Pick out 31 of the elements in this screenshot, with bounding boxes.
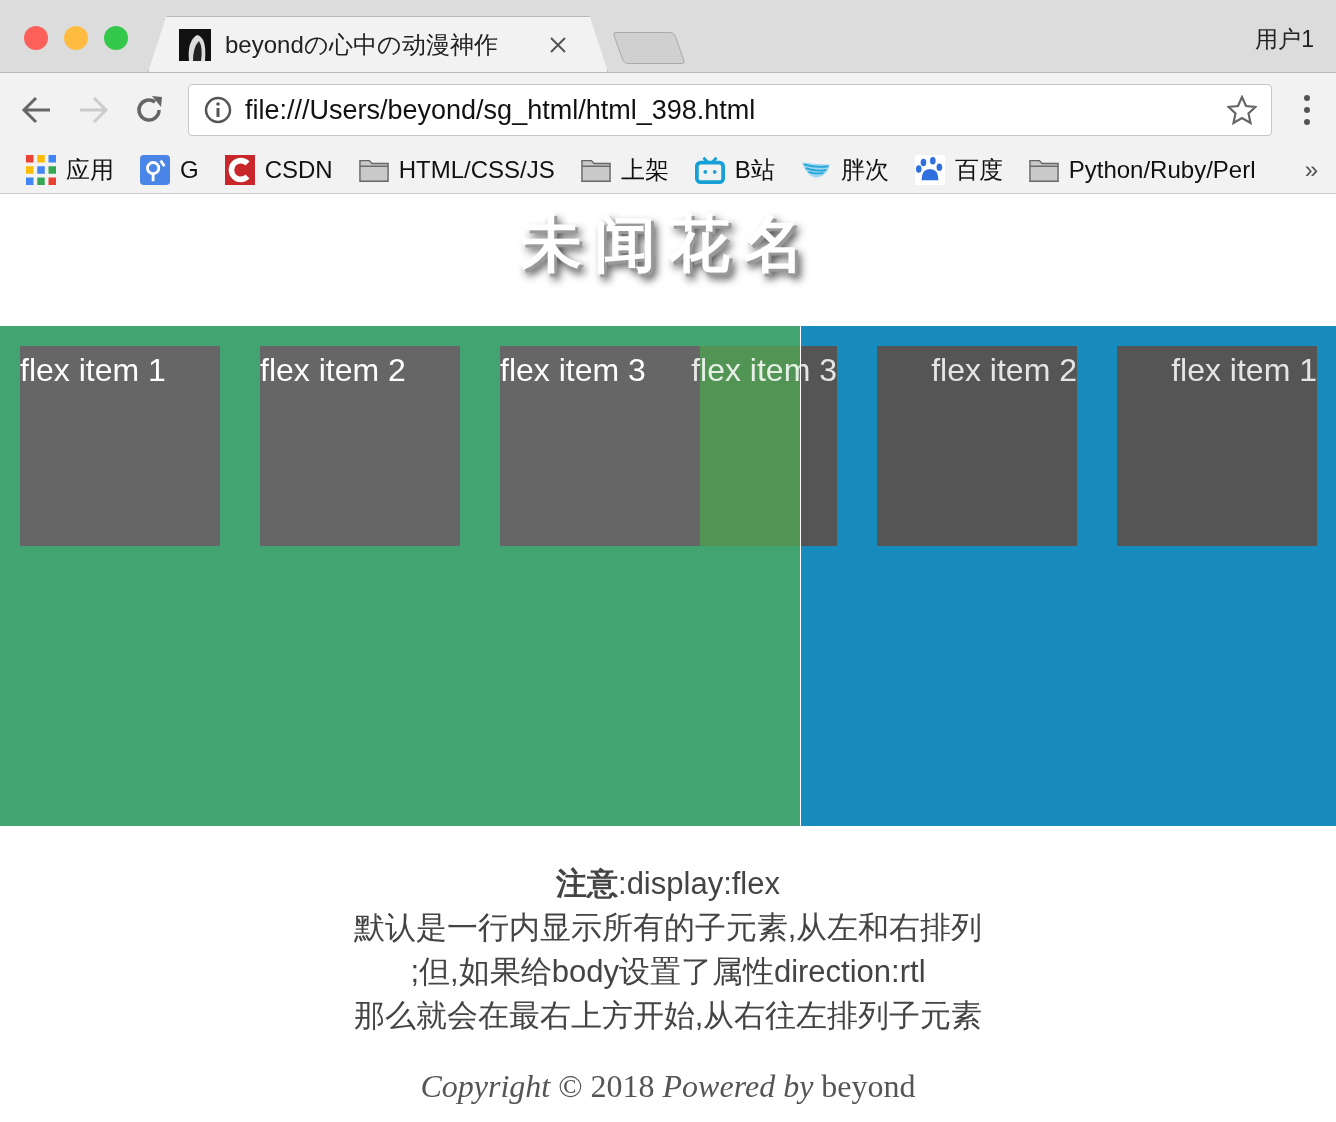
tv-icon <box>694 155 725 185</box>
csdn-logo-icon <box>224 155 255 185</box>
browser-tab[interactable]: beyondの心中の动漫神作 <box>148 16 608 72</box>
note-line: 注意:display:flex <box>556 865 780 903</box>
bookmark[interactable]: 上架 <box>580 154 669 186</box>
more-bookmarks-button[interactable]: » <box>1304 156 1318 184</box>
close-icon[interactable] <box>549 35 567 54</box>
paw-icon <box>914 155 945 185</box>
bookmark[interactable]: G <box>140 155 199 185</box>
note-line: 那么就会在最右上方开始,从右往左排列子元素 <box>353 997 983 1035</box>
item-label: flex item 2 <box>260 352 406 388</box>
star-icon[interactable] <box>1227 95 1257 125</box>
item-label: flex item 1 <box>1171 352 1317 388</box>
address-bar[interactable]: file:///Users/beyond/sg_html/html_398.html <box>188 84 1272 136</box>
bookmark[interactable]: 胖次 <box>800 154 889 186</box>
bookmark[interactable]: 百度 <box>914 154 1003 186</box>
apps-grid-icon <box>26 155 56 185</box>
bookmark[interactable]: 应用 <box>26 154 114 186</box>
bookmark[interactable]: CSDN <box>224 155 333 185</box>
copyright-footer: Copyright © 2018 Powered by beyond <box>420 1064 916 1108</box>
item-label: flex item 3 <box>500 352 646 388</box>
bookmark[interactable]: Python/Ruby/Perl <box>1028 155 1256 185</box>
bookmark[interactable]: HTML/CSS/JS <box>358 155 555 185</box>
item-label: flex item 1 <box>20 352 166 388</box>
info-icon[interactable] <box>203 95 233 125</box>
note-line: ;但,如果给body设置了属性direction:rtl <box>410 953 926 991</box>
page-heading: 未闻花名 <box>520 202 816 286</box>
item-label: flex item 2 <box>931 352 1077 388</box>
bookmark[interactable]: B站 <box>694 154 775 186</box>
profile-name[interactable]: 用户1 <box>1255 24 1314 55</box>
note-line: 默认是一行内显示所有的子元素,从左和右排列 <box>353 909 983 947</box>
